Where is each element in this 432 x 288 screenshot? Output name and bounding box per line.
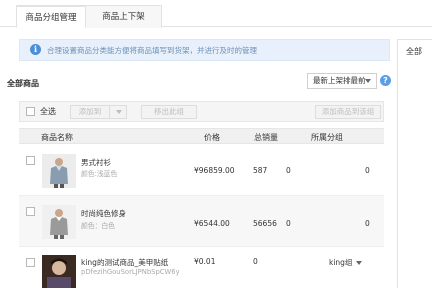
product-thumbnail[interactable] bbox=[42, 154, 76, 188]
row-checkbox[interactable] bbox=[26, 156, 35, 165]
chevron-down-icon bbox=[365, 79, 371, 83]
product-thumbnail[interactable] bbox=[42, 255, 76, 288]
row-checkbox[interactable] bbox=[26, 207, 35, 216]
product-price: ¥0.01 bbox=[194, 257, 216, 266]
notice-text: 合理设置商品分类能方便将商品填写到货架，并进行及时的管理 bbox=[47, 46, 257, 55]
product-sales: 0 bbox=[253, 257, 258, 266]
column-header-group: 所属分组 bbox=[311, 133, 343, 142]
product-attribute: pDfezihGouSorLJPNbSpCW6y bbox=[81, 268, 180, 276]
chevron-down-icon bbox=[356, 261, 363, 265]
product-name[interactable]: 时尚纯色修身 bbox=[81, 208, 126, 219]
product-price: ¥96859.00 bbox=[194, 166, 235, 175]
select-all-label[interactable]: 全选 bbox=[40, 106, 56, 117]
tab-group-management[interactable]: 商品分组管理 bbox=[16, 5, 86, 28]
row-checkbox[interactable] bbox=[26, 258, 35, 267]
column-header-name: 商品名称 bbox=[41, 133, 73, 142]
product-group: 0 bbox=[365, 219, 370, 228]
tab-bar: 商品分组管理 商品上下架 bbox=[0, 0, 432, 28]
notice-bar: i 合理设置商品分类能方便将商品填写到货架，并进行及时的管理 bbox=[19, 39, 390, 61]
product-price: ¥6544.00 bbox=[194, 219, 230, 228]
info-icon: i bbox=[30, 44, 41, 55]
product-group: 0 bbox=[365, 166, 370, 175]
product-name[interactable]: king的测试商品_美甲贴纸 bbox=[81, 257, 168, 268]
group-side-panel: 全部 bbox=[397, 39, 432, 288]
product-group-select-value: king组 bbox=[329, 258, 353, 267]
sort-select-value: 最新上架排最前 bbox=[313, 76, 366, 85]
tab-shelf-management[interactable]: 商品上下架 bbox=[86, 5, 162, 28]
table-header: 商品名称 价格 总销量 所属分组 bbox=[19, 128, 384, 144]
select-all-checkbox[interactable] bbox=[26, 107, 35, 116]
product-name[interactable]: 男式衬衫 bbox=[81, 157, 111, 168]
chevron-down-icon bbox=[116, 110, 122, 114]
bulk-action-toolbar: 全选 添加到 移出此组 添加商品到该组 bbox=[19, 101, 384, 122]
add-to-dropdown-button[interactable] bbox=[109, 105, 127, 119]
product-thumbnail[interactable] bbox=[42, 205, 76, 239]
product-attribute: 颜色:浅蓝色 bbox=[81, 170, 118, 178]
side-panel-label[interactable]: 全部 bbox=[406, 46, 422, 57]
table-row: 时尚纯色修身 颜色：白色 ¥6544.00 56656 0 0 bbox=[19, 196, 384, 247]
product-extra-count: 0 bbox=[286, 219, 291, 228]
product-sales: 56656 bbox=[253, 219, 277, 228]
add-products-to-group-button[interactable]: 添加商品到该组 bbox=[315, 105, 381, 119]
column-header-price[interactable]: 价格 bbox=[204, 132, 220, 143]
sort-select[interactable]: 最新上架排最前 bbox=[307, 73, 377, 89]
section-title: 全部商品 bbox=[7, 79, 39, 88]
product-extra-count: 0 bbox=[286, 166, 291, 175]
question-icon[interactable]: ? bbox=[380, 75, 391, 86]
product-sales: 587 bbox=[253, 166, 268, 175]
remove-from-group-button[interactable]: 移出此组 bbox=[141, 105, 197, 119]
product-group-select[interactable]: king组 bbox=[329, 257, 363, 268]
add-to-button[interactable]: 添加到 bbox=[70, 105, 110, 119]
column-header-sales[interactable]: 总销量 bbox=[254, 132, 278, 143]
table-row: 男式衬衫 颜色:浅蓝色 ¥96859.00 587 0 0 bbox=[19, 145, 384, 196]
product-attribute: 颜色：白色 bbox=[81, 222, 115, 230]
table-row: king的测试商品_美甲贴纸 pDfezihGouSorLJPNbSpCW6y … bbox=[19, 248, 384, 288]
